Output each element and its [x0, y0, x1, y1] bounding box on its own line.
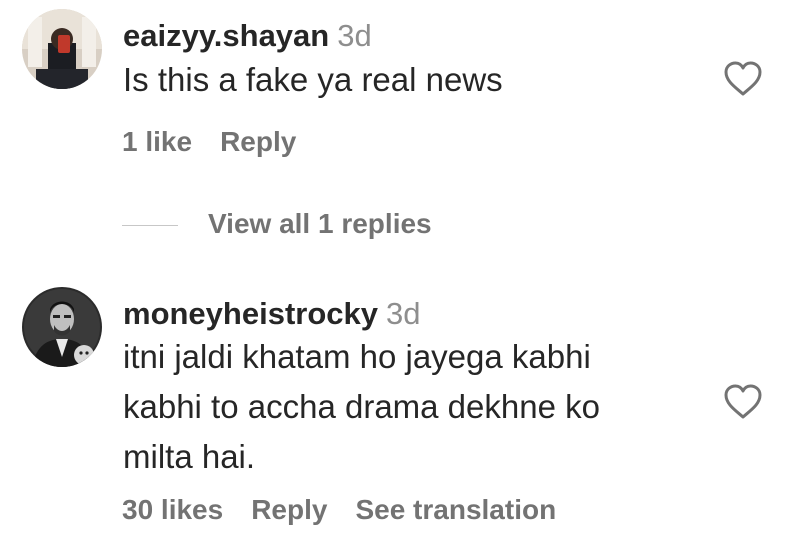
comment-actions: 1 like Reply — [122, 128, 324, 156]
username-text[interactable]: eaizyy.shayan — [123, 18, 329, 53]
username-text[interactable]: moneyheistrocky — [123, 296, 378, 331]
reply-button[interactable]: Reply — [220, 128, 296, 156]
avatar[interactable] — [22, 9, 102, 89]
like-button[interactable] — [723, 384, 763, 420]
comment-text: itni jaldi khatam ho jayega kabhi kabhi … — [123, 338, 600, 475]
likes-count[interactable]: 1 like — [122, 128, 192, 156]
comment-timestamp: 3d — [386, 296, 421, 331]
heart-outline-icon — [724, 384, 762, 419]
comment-timestamp: 3d — [337, 18, 372, 53]
comment-actions: 30 likes Reply See translation — [122, 496, 584, 524]
likes-count[interactable]: 30 likes — [122, 496, 223, 524]
view-replies-button[interactable]: View all 1 replies — [208, 210, 432, 238]
avatar[interactable] — [22, 287, 102, 367]
heart-outline-icon — [724, 61, 762, 96]
replies-divider — [122, 225, 178, 226]
see-translation-button[interactable]: See translation — [355, 496, 556, 524]
reply-button[interactable]: Reply — [251, 496, 327, 524]
comment-username[interactable]: eaizyy.shayan 3d — [123, 20, 372, 51]
like-button[interactable] — [723, 61, 763, 97]
comment-text: Is this a fake ya real news — [123, 61, 503, 98]
comment-username[interactable]: moneyheistrocky 3d — [123, 298, 420, 329]
